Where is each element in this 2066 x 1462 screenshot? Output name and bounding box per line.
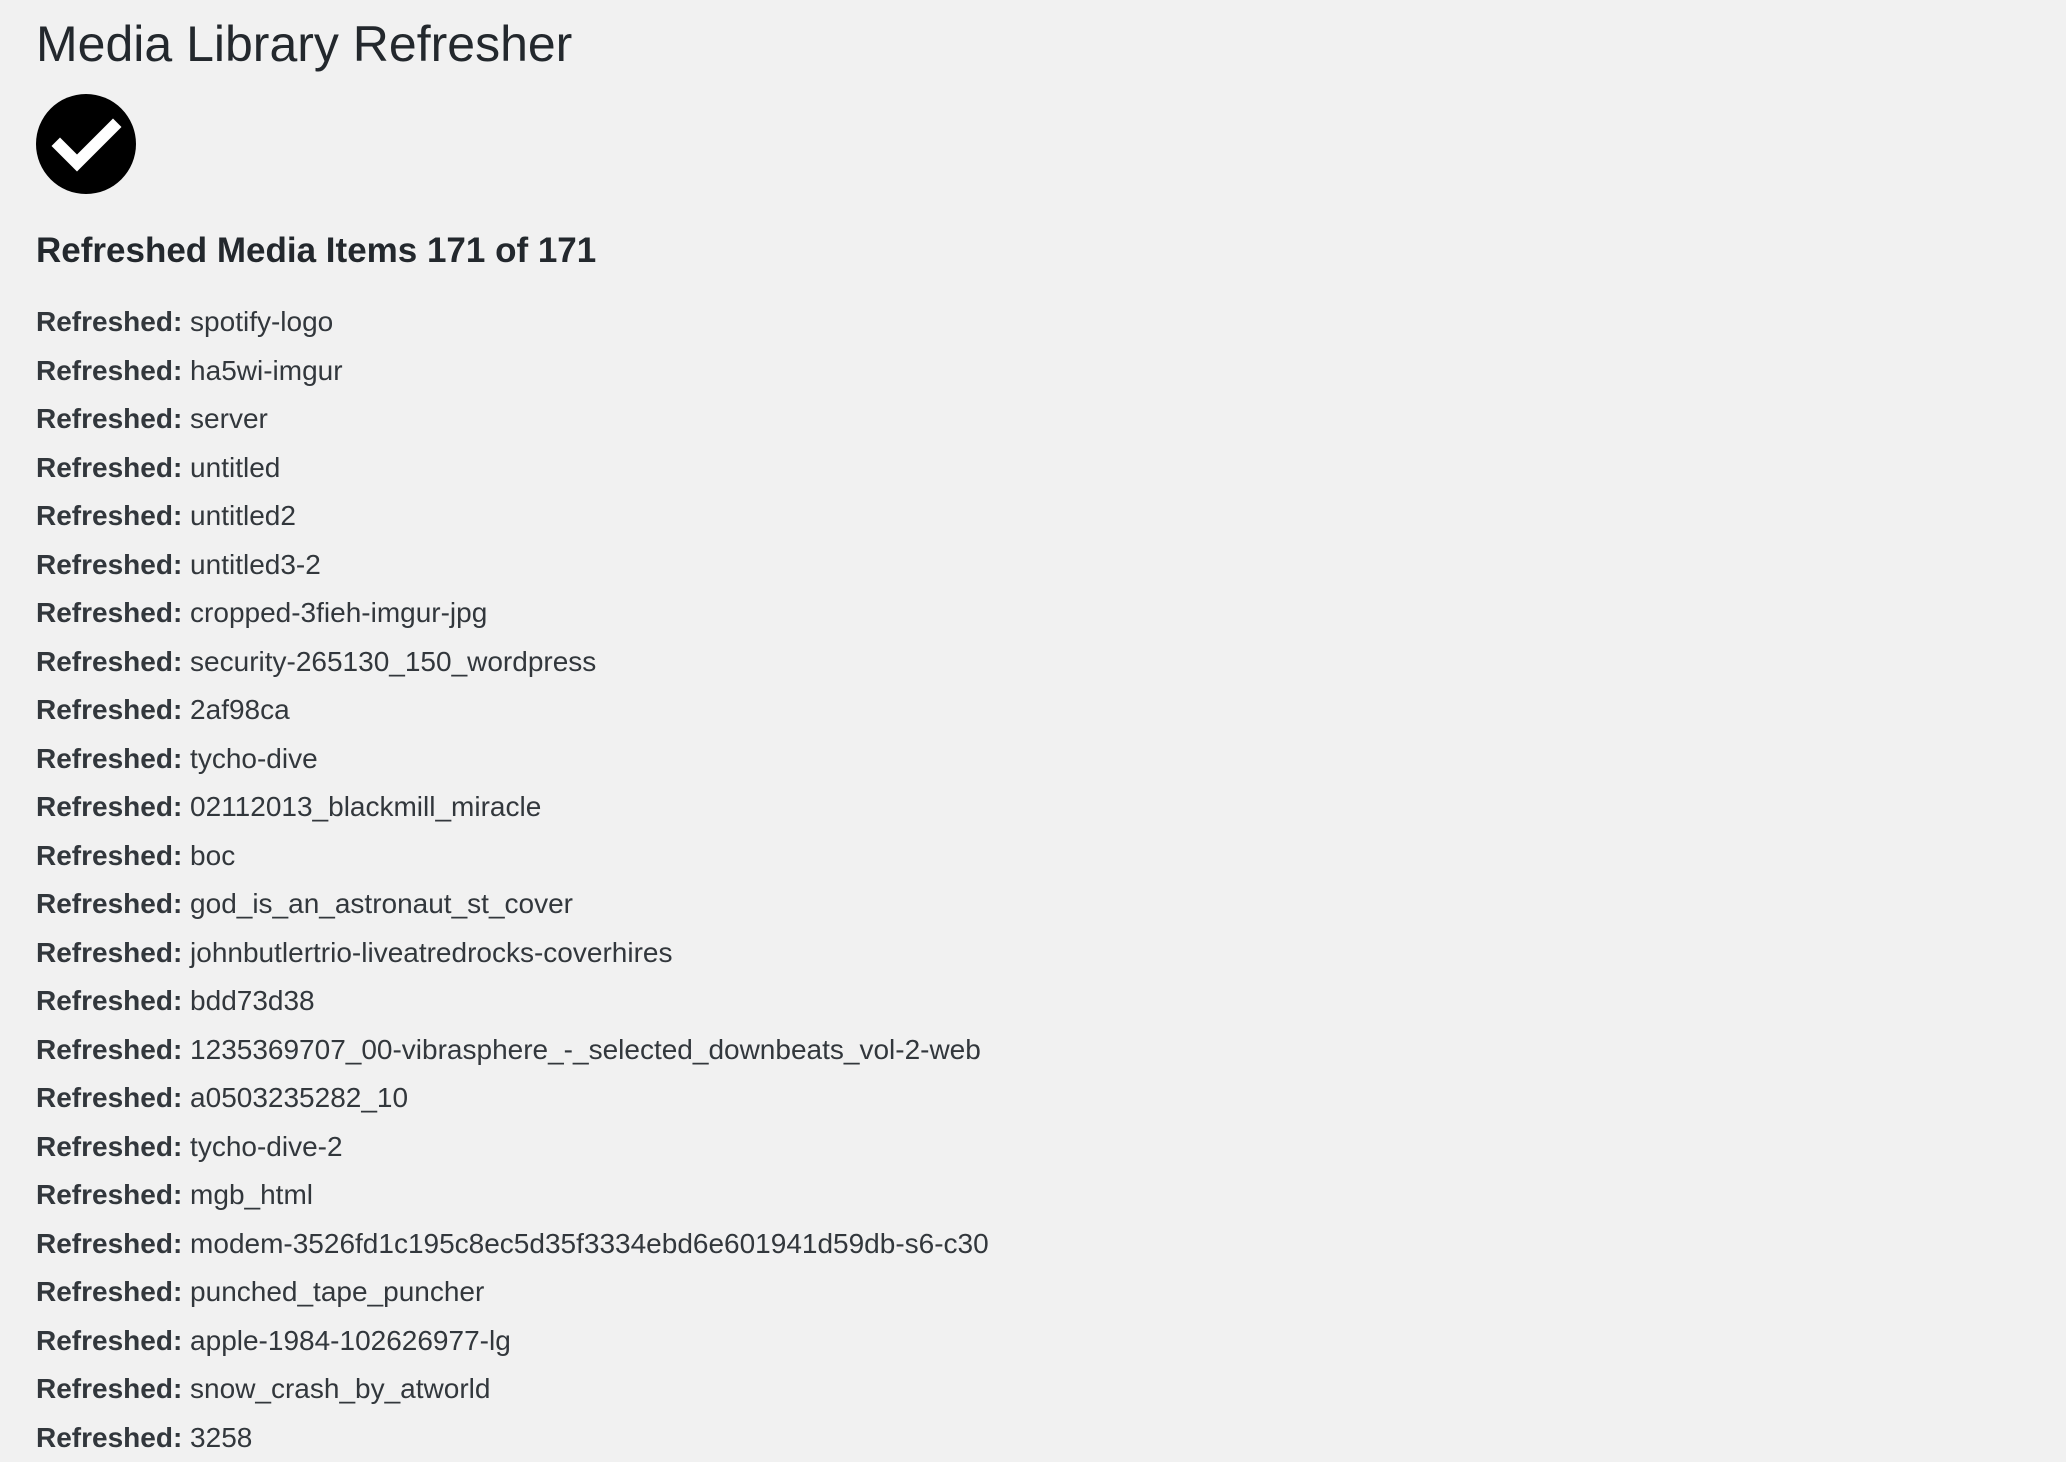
result-filename: server [190,403,268,434]
result-row: Refreshed: johnbutlertrio-liveatredrocks… [36,929,2066,978]
result-filename: 2af98ca [190,694,290,725]
result-row: Refreshed: boc [36,832,2066,881]
result-label: Refreshed: [36,888,183,919]
result-label: Refreshed: [36,694,183,725]
result-filename: bdd73d38 [190,985,315,1016]
page-title: Media Library Refresher [36,16,573,72]
result-label: Refreshed: [36,451,183,483]
result-filename: security-265130_150_wordpress [190,645,597,677]
result-row: Refreshed: untitled [36,444,2066,493]
result-filename: 1235369707_00-vibrasphere_-_selected_dow… [190,1033,981,1065]
result-row: Refreshed: cropped-3fieh-imgur-jpg [36,589,2066,638]
result-row: Refreshed: ha5wi-imgur [36,347,2066,396]
result-filename: spotify-logo [190,306,334,337]
result-filename: mgb_html [190,1179,313,1210]
result-row: Refreshed: bdd73d38 [36,977,2066,1026]
result-row: Refreshed: 02112013_blackmill_miracle [36,783,2066,832]
result-label: Refreshed: [36,403,183,434]
result-label: Refreshed: [36,1179,183,1210]
result-filename: modem-3526fd1c195c8ec5d35f3334ebd6e60194… [190,1227,989,1259]
result-filename: snow_crash_by_atworld [190,1373,491,1404]
result-filename: tycho-dive [190,742,318,774]
result-filename: boc [190,839,236,871]
result-filename: 3258 [190,1421,253,1453]
result-row: Refreshed: server [36,395,2066,444]
result-label: Refreshed: [36,1276,183,1307]
result-row: Refreshed: 2af98ca [36,686,2066,735]
check-circle-icon [36,94,136,194]
result-row: Refreshed: snow_crash_by_atworld [36,1365,2066,1414]
result-label: Refreshed: [36,985,183,1016]
result-label: Refreshed: [36,936,183,968]
result-filename: johnbutlertrio-liveatredrocks-coverhires [190,936,673,968]
result-filename: 02112013_blackmill_miracle [190,791,542,822]
progress-heading: Refreshed Media Items 171 of 171 [36,231,597,270]
result-row: Refreshed: god_is_an_astronaut_st_cover [36,880,2066,929]
result-filename: ha5wi-imgur [190,354,343,386]
result-label: Refreshed: [36,839,183,871]
result-label: Refreshed: [36,1227,183,1259]
result-row: Refreshed: 3258 [36,1414,2066,1462]
result-filename: untitled3-2 [190,548,321,580]
result-row: Refreshed: mgb_html [36,1171,2066,1220]
result-row: Refreshed: security-265130_150_wordpress [36,638,2066,687]
result-label: Refreshed: [36,645,183,677]
result-label: Refreshed: [36,354,183,386]
page-wrap: Media Library Refresher Refreshed Media … [0,0,2066,1462]
result-label: Refreshed: [36,1324,183,1356]
result-row: Refreshed: tycho-dive-2 [36,1123,2066,1172]
result-label: Refreshed: [36,306,183,337]
result-filename: tycho-dive-2 [190,1130,343,1162]
result-label: Refreshed: [36,1082,183,1113]
result-label: Refreshed: [36,1033,183,1065]
result-filename: god_is_an_astronaut_st_cover [190,888,573,919]
result-filename: punched_tape_puncher [190,1276,485,1307]
result-label: Refreshed: [36,548,183,580]
result-row: Refreshed: punched_tape_puncher [36,1268,2066,1317]
result-row: Refreshed: spotify-logo [36,298,2066,347]
result-label: Refreshed: [36,742,183,774]
result-label: Refreshed: [36,1421,183,1453]
result-label: Refreshed: [36,791,183,822]
result-filename: a0503235282_10 [190,1082,409,1113]
result-row: Refreshed: a0503235282_10 [36,1074,2066,1123]
result-filename: untitled [190,451,281,483]
result-label: Refreshed: [36,597,183,628]
result-row: Refreshed: tycho-dive [36,735,2066,784]
result-row: Refreshed: untitled2 [36,492,2066,541]
result-row: Refreshed: 1235369707_00-vibrasphere_-_s… [36,1026,2066,1075]
result-row: Refreshed: apple-1984-102626977-lg [36,1317,2066,1366]
result-label: Refreshed: [36,500,183,531]
result-filename: cropped-3fieh-imgur-jpg [190,597,488,628]
result-filename: untitled2 [190,500,296,531]
result-row: Refreshed: modem-3526fd1c195c8ec5d35f333… [36,1220,2066,1269]
result-label: Refreshed: [36,1130,183,1162]
results-list: Refreshed: spotify-logo Refreshed: ha5wi-… [36,298,2066,1462]
result-label: Refreshed: [36,1373,183,1404]
result-filename: apple-1984-102626977-lg [190,1324,511,1356]
result-row: Refreshed: untitled3-2 [36,541,2066,590]
